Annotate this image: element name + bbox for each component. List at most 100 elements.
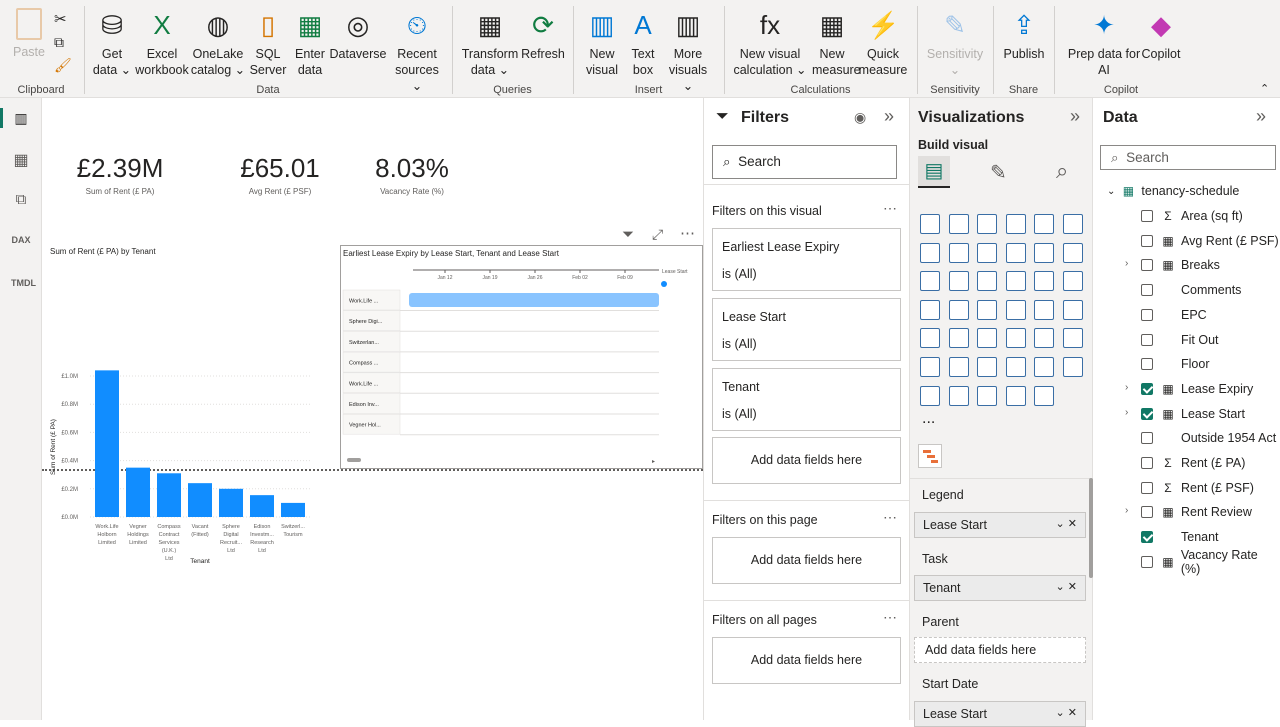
collapse-ribbon-icon[interactable]: ⌃ [1260,82,1269,95]
format-visual-tab-icon[interactable]: ✎ [990,160,1007,185]
power-apps-visual-icon[interactable] [948,385,969,406]
more-visuals-button[interactable]: ▥ More visuals ⌄ [664,8,712,94]
100-bar-visual-icon[interactable] [1034,214,1054,234]
dataverse-button[interactable]: ◎ Dataverse [328,8,388,62]
expand-chevron-icon[interactable]: › [1125,258,1128,269]
goals-visual-icon[interactable] [1062,357,1083,377]
funnel-visual-icon[interactable] [977,271,997,292]
chevron-down-remove-icon[interactable]: ⌄ ✕ [1056,706,1078,719]
field-checkbox[interactable] [1141,308,1153,321]
field-checkbox[interactable] [1141,234,1153,247]
sensitivity-button[interactable]: ✎ Sensitivity ⌄ [922,8,988,78]
expand-chevron-icon[interactable]: › [1125,407,1128,418]
kpi-card-avg-rent[interactable]: £65.01 Avg Rent (£ PSF) [230,153,330,196]
map-visual-icon[interactable] [948,299,969,320]
clustered-column-visual-icon[interactable] [1005,214,1026,234]
stacked-area-visual-icon[interactable] [977,242,997,263]
field-checkbox[interactable] [1141,284,1153,297]
visual-filter-icon[interactable]: ⏷ [622,226,634,243]
waterfall-visual-icon[interactable] [948,271,969,292]
collapse-visualizations-icon[interactable]: » [1070,106,1080,127]
slicer-visual-icon[interactable] [977,328,997,349]
kpi-visual-icon[interactable] [948,328,969,349]
clustered-bar-visual-icon[interactable] [977,214,997,234]
paste-button[interactable]: Paste [10,8,48,60]
add-all-pages-filter-field[interactable]: Add data fields here [712,637,901,684]
field-item[interactable]: EPC [1141,304,1207,326]
field-item[interactable]: ▦ Lease Start [1141,403,1245,425]
bar-chart[interactable]: Sum of Rent (£ PA) by Tenant £0.0M £0.2M £0… [42,243,340,573]
field-item[interactable]: Σ Area (sq ft) [1141,205,1243,227]
decomposition-tree-visual-icon[interactable] [977,357,997,377]
field-item[interactable]: ▦ Breaks [1141,254,1220,276]
gauge-visual-icon[interactable] [1034,299,1054,320]
gantt-visual-icon[interactable] [918,444,942,468]
database-button[interactable]: ⛁ Get data ⌄ [92,8,132,78]
field-item[interactable]: ▦ Lease Expiry [1141,378,1253,400]
more-options-icon[interactable]: ⋯ [883,200,897,217]
more-options-icon[interactable]: ⋯ [680,224,695,242]
field-item[interactable]: Fit Out [1141,329,1219,351]
stacked-column-visual-icon[interactable] [948,214,969,234]
eye-icon[interactable]: ◉ [854,109,866,126]
data-search-input[interactable]: ⌕ Search [1100,145,1276,170]
filled-map-visual-icon[interactable] [977,299,997,320]
parent-well-add[interactable]: Add data fields here [914,637,1086,663]
table-view-icon[interactable]: ▦ [11,150,31,169]
key-influencers-visual-icon[interactable] [948,357,969,377]
power-automate-visual-icon[interactable] [977,385,997,406]
onelake-button[interactable]: ◍ OneLake catalog ⌄ [190,8,246,78]
expand-chevron-icon[interactable]: › [1125,382,1128,393]
scroll-right-icon[interactable]: ▸ [652,459,655,465]
build-visual-tab-icon[interactable]: ▤ [918,156,950,188]
arcgis-visual-icon[interactable] [1034,385,1054,406]
kpi-card-visual-icon[interactable] [1005,385,1026,406]
gantt-bar[interactable] [409,293,659,307]
multi-row-card-visual-icon[interactable] [920,328,940,349]
chevron-down-remove-icon[interactable]: ⌄ ✕ [1056,517,1078,530]
new-visual-calculation-button[interactable]: fx New visual calculation ⌄ [730,8,810,78]
recent-sources-button[interactable]: ⏲ Recent sources ⌄ [391,8,443,94]
more-options-icon[interactable]: ⋯ [883,609,897,626]
field-checkbox[interactable] [1141,506,1153,519]
qa-visual-icon[interactable] [1005,357,1026,377]
table-tenancy-schedule[interactable]: ⌄ ▦ tenancy-schedule [1107,180,1239,202]
enter-data-button[interactable]: ▦ Enter data [290,8,330,78]
collapse-data-icon[interactable]: » [1256,106,1266,127]
field-item[interactable]: Comments [1141,279,1241,301]
bar[interactable] [95,370,119,517]
bar[interactable] [188,483,212,517]
model-view-icon[interactable]: ⧉ [11,191,31,209]
area-visual-icon[interactable] [948,242,969,263]
field-checkbox[interactable] [1141,358,1153,371]
card-visual-icon[interactable] [1062,299,1083,320]
pie-visual-icon[interactable] [1034,271,1054,292]
excel-button[interactable]: X Excel workbook [134,8,190,78]
azure-map-visual-icon[interactable] [1005,299,1026,320]
filter-card-lease-start[interactable]: Lease Start is (All) [712,298,901,361]
format-painter-icon[interactable]: 🖌 [54,57,72,74]
sql-server-button[interactable]: ▯ SQL Server [248,8,288,78]
bar[interactable] [250,495,274,517]
narrative-visual-icon[interactable] [1034,357,1054,377]
python-visual-icon[interactable] [920,357,940,377]
bar[interactable] [126,467,150,517]
bar[interactable] [281,502,305,517]
kpi-card-rent[interactable]: £2.39M Sum of Rent (£ PA) [70,153,170,196]
tmdl-view-icon[interactable]: TMDL [11,278,36,296]
field-checkbox[interactable] [1141,407,1153,420]
refresh-button[interactable]: ⟳ Refresh [520,8,566,62]
more-visuals-ellipsis[interactable]: ... [922,410,935,428]
field-item[interactable]: Σ Rent (£ PSF) [1141,477,1254,499]
bar[interactable] [219,488,243,517]
field-item[interactable]: ▦ Rent Review [1141,501,1252,523]
focus-mode-icon[interactable]: ⤢ [652,226,663,243]
dax-query-view-icon[interactable]: DAX [11,235,31,253]
text-box-button[interactable]: A Text box [624,8,662,78]
bar[interactable] [157,473,181,517]
field-checkbox[interactable] [1141,531,1153,544]
donut-visual-icon[interactable] [1062,271,1083,292]
field-item[interactable]: Floor [1141,353,1209,375]
report-view-icon[interactable]: ▥ [11,110,31,128]
legend-well-field[interactable]: Lease Start ⌄ ✕ [914,512,1086,538]
